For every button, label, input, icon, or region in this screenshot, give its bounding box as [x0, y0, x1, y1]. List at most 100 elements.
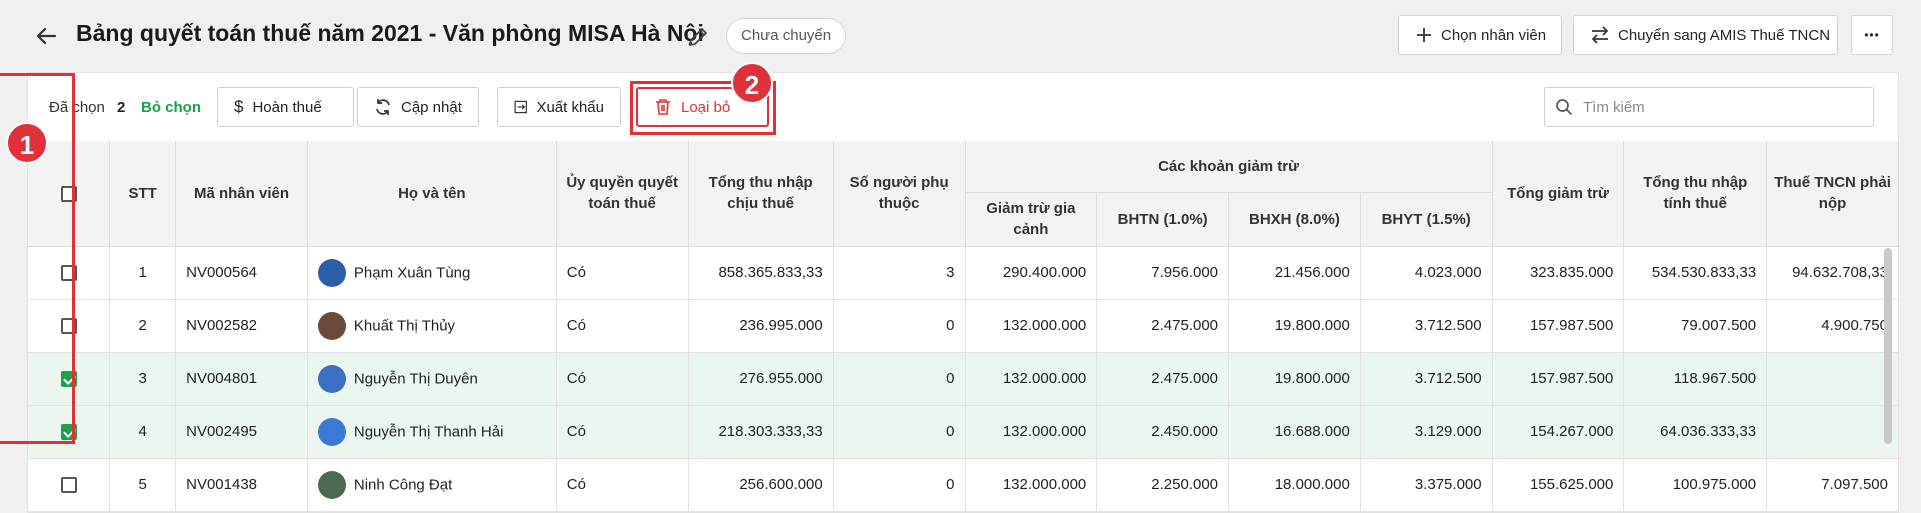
header-bhyt: BHYT (1.5%) [1360, 192, 1493, 247]
transfer-amis-label: Chuyển sang AMIS Thuế TNCN [1618, 26, 1831, 44]
employee-name: Nguyễn Thị Thanh Hải [353, 423, 504, 440]
table-row[interactable]: 4 NV002495 Nguyễn Thị Thanh Hải Có 218.303.3… [28, 405, 1899, 459]
bhyt-cell: 3.375.000 [1360, 458, 1493, 512]
more-icon: ••• [1864, 28, 1880, 42]
row-checkbox[interactable] [60, 265, 77, 282]
export-button[interactable]: Xuất khẩu [497, 87, 621, 127]
search-icon [1556, 99, 1573, 116]
employee-name: Khuất Thị Thủy [353, 317, 456, 334]
header-code: Mã nhân viên [175, 141, 308, 247]
header-dependents: Số người phụ thuộc [833, 141, 966, 247]
dependents-cell: 0 [833, 458, 966, 512]
taxable-income-cell: 218.303.333,33 [688, 405, 834, 459]
row-select-cell[interactable] [28, 299, 111, 353]
total-deduction-cell: 157.987.500 [1492, 352, 1625, 406]
header-bhxh: BHXH (8.0%) [1228, 192, 1361, 247]
deselect-link[interactable]: Bỏ chọn [141, 99, 201, 116]
tax-payable-cell: 7.097.500 [1766, 458, 1899, 512]
table-row[interactable]: 3 NV004801 Nguyễn Thị Duyên Có 276.955.000 0 1… [28, 352, 1899, 406]
row-select-cell[interactable] [28, 352, 111, 406]
code-cell: NV001438 [175, 458, 308, 512]
employee-name: Nguyễn Thị Duyên [353, 370, 478, 387]
assessable-income-cell: 79.007.500 [1623, 299, 1768, 353]
table-row[interactable]: 5 NV001438 Ninh Công Đạt Có 256.600.000 0 132.… [28, 458, 1899, 512]
taxable-income-cell: 256.600.000 [688, 458, 834, 512]
stt-cell: 5 [109, 458, 177, 512]
update-label: Cập nhật [401, 98, 462, 116]
table-row[interactable]: 1 NV000564 Phạm Xuân Tùng Có 858.365.833,33 3… [28, 246, 1899, 300]
bhtn-cell: 2.450.000 [1096, 405, 1230, 459]
bhyt-cell: 3.712.500 [1360, 352, 1493, 406]
vertical-scrollbar[interactable] [1884, 248, 1892, 444]
row-select-cell[interactable] [28, 405, 111, 459]
stt-cell: 2 [109, 299, 177, 353]
remove-label: Loại bỏ [681, 98, 731, 116]
dollar-icon: $ [234, 97, 244, 116]
back-arrow-icon[interactable] [33, 22, 61, 50]
row-select-cell[interactable] [28, 458, 111, 512]
table-body: 1 NV000564 Phạm Xuân Tùng Có 858.365.833,33 3… [28, 246, 1899, 512]
row-select-cell[interactable] [28, 246, 111, 300]
dependents-cell: 0 [833, 299, 966, 353]
bhyt-cell: 3.712.500 [1360, 299, 1493, 353]
authorize-cell: Có [556, 246, 689, 300]
avatar [317, 311, 346, 340]
header-stt: STT [109, 141, 177, 247]
bhxh-cell: 18.000.000 [1228, 458, 1361, 512]
search-input[interactable] [1583, 98, 1853, 116]
total-deduction-cell: 157.987.500 [1492, 299, 1625, 353]
bhyt-cell: 3.129.000 [1360, 405, 1493, 459]
plus-icon [1417, 28, 1431, 42]
family-cell: 290.400.000 [965, 246, 1098, 300]
total-deduction-cell: 155.625.000 [1492, 458, 1625, 512]
employee-name: Ninh Công Đạt [353, 476, 453, 493]
header-total-deduction: Tổng giảm trừ [1492, 141, 1625, 247]
code-cell: NV002495 [175, 405, 308, 459]
search-box[interactable] [1544, 87, 1874, 127]
name-cell: Khuất Thị Thủy [307, 299, 557, 353]
bhxh-cell: 19.800.000 [1228, 352, 1361, 406]
choose-employee-label: Chọn nhân viên [1441, 26, 1547, 44]
selected-label: Đã chọn [49, 99, 105, 116]
content-card: Đã chọn 2 Bỏ chọn $ Hoàn thuế Cập nhật X… [27, 72, 1899, 513]
header-tax-payable: Thuế TNCN phải nộp [1766, 141, 1899, 247]
update-button[interactable]: Cập nhật [357, 87, 479, 127]
family-cell: 132.000.000 [965, 352, 1098, 406]
avatar [317, 417, 346, 446]
selected-count: 2 [117, 99, 126, 116]
code-cell: NV002582 [175, 299, 308, 353]
header-name: Họ và tên [307, 141, 557, 247]
toolbar: Đã chọn 2 Bỏ chọn $ Hoàn thuế Cập nhật X… [28, 73, 1898, 141]
more-options-button[interactable]: ••• [1851, 15, 1893, 55]
family-cell: 132.000.000 [965, 458, 1098, 512]
pencil-icon[interactable] [685, 24, 711, 50]
avatar [317, 470, 346, 499]
name-cell: Nguyễn Thị Thanh Hải [307, 405, 557, 459]
bhtn-cell: 2.475.000 [1096, 299, 1230, 353]
row-checkbox[interactable] [60, 318, 77, 335]
code-cell: NV004801 [175, 352, 308, 406]
assessable-income-cell: 100.975.000 [1623, 458, 1768, 512]
family-cell: 132.000.000 [965, 405, 1098, 459]
bhxh-cell: 16.688.000 [1228, 405, 1361, 459]
header-taxable-income: Tổng thu nhập chịu thuế [688, 141, 834, 247]
assessable-income-cell: 118.967.500 [1623, 352, 1768, 406]
stt-cell: 4 [109, 405, 177, 459]
family-cell: 132.000.000 [965, 299, 1098, 353]
assessable-income-cell: 534.530.833,33 [1623, 246, 1768, 300]
select-all-checkbox[interactable] [60, 185, 77, 202]
row-checkbox[interactable] [60, 371, 77, 388]
dependents-cell: 0 [833, 405, 966, 459]
row-checkbox[interactable] [60, 477, 77, 494]
name-cell: Phạm Xuân Tùng [307, 246, 557, 300]
header-bhtn: BHTN (1.0%) [1096, 192, 1230, 247]
refund-button[interactable]: $ Hoàn thuế [217, 87, 354, 127]
choose-employee-button[interactable]: Chọn nhân viên [1398, 15, 1562, 55]
bhtn-cell: 2.475.000 [1096, 352, 1230, 406]
dependents-cell: 0 [833, 352, 966, 406]
table-row[interactable]: 2 NV002582 Khuất Thị Thủy Có 236.995.000 0 132… [28, 299, 1899, 353]
transfer-amis-button[interactable]: Chuyển sang AMIS Thuế TNCN [1573, 15, 1838, 55]
header-assessable-income: Tổng thu nhập tính thuế [1623, 141, 1768, 247]
row-checkbox[interactable] [60, 424, 77, 441]
name-cell: Ninh Công Đạt [307, 458, 557, 512]
